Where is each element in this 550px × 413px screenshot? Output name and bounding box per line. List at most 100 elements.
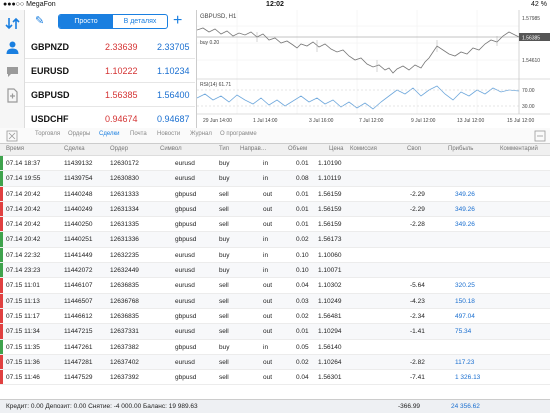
deal-direction-marker xyxy=(0,171,3,186)
deal-symbol: eurusd xyxy=(175,328,195,336)
deal-volume: 0.04 xyxy=(296,374,309,382)
quotes-toolbar: ✎ Просто В деталях + xyxy=(25,10,195,35)
table-row[interactable]: 07.14 20:42 11440248 12631333 gbpusd sell out… xyxy=(0,186,550,202)
quotes-arrows-icon[interactable] xyxy=(5,16,20,31)
table-row[interactable]: 07.14 19:55 11439754 12630830 eurusd buy in 0.… xyxy=(0,171,550,187)
column-header[interactable]: Прибыль xyxy=(448,146,473,152)
deal-volume: 0.02 xyxy=(296,312,309,320)
deal-swap: -2.28 xyxy=(410,221,425,229)
deal-symbol: gbpusd xyxy=(175,190,197,198)
table-row[interactable]: 07.15 11:17 11446612 12636835 gbpusd sell out… xyxy=(0,308,550,325)
table-row[interactable]: 07.15 11:34 11447215 12637331 eurusd sell out… xyxy=(0,324,550,340)
quote-bid: 1.56385 xyxy=(105,90,138,100)
tab-about[interactable]: О программе xyxy=(220,131,257,137)
deal-volume: 0.10 xyxy=(296,251,309,259)
table-row[interactable]: 07.15 11:01 11446107 12636835 eurusd sell out… xyxy=(0,278,550,294)
y-tick-label: 1.57985 xyxy=(522,16,540,22)
table-row[interactable]: 07.14 20:42 11440249 12631334 gbpusd sell out… xyxy=(0,201,550,218)
table-row[interactable]: 07.14 20:42 11440251 12631336 gbpusd buy in 0.… xyxy=(0,232,550,248)
quote-row[interactable]: EURUSD 1.10222 1.10234 xyxy=(25,59,195,83)
tab-news[interactable]: Новости xyxy=(157,131,180,137)
view-simple-button[interactable]: Просто xyxy=(59,15,113,28)
table-row[interactable]: 07.14 23:23 11442072 12632449 eurusd buy in 0.… xyxy=(0,263,550,279)
deal-type: buy xyxy=(219,236,230,244)
deal-time: 07.14 20:42 xyxy=(6,190,41,198)
add-symbol-icon[interactable]: + xyxy=(173,11,182,31)
table-row[interactable]: 07.15 11:46 11447529 12637392 gbpusd sell out… xyxy=(0,370,550,386)
table-row[interactable]: 07.15 11:13 11446507 12636768 eurusd sell out… xyxy=(0,293,550,309)
column-header[interactable]: Тип xyxy=(219,146,229,152)
balance-footer: Кредит: 0.00 Депозит: 0.00 Снятие: -4 00… xyxy=(0,399,550,413)
deal-profit: 150.18 xyxy=(455,297,475,305)
deal-id: 11447261 xyxy=(64,343,93,351)
deal-type: sell xyxy=(219,358,229,366)
column-header[interactable]: Комиссия xyxy=(350,146,377,152)
table-row[interactable]: 07.15 11:36 11447281 12637402 eurusd sell out… xyxy=(0,354,550,371)
deal-time: 07.15 11:01 xyxy=(6,282,40,290)
column-header[interactable]: Объем xyxy=(288,146,307,152)
x-tick-label: 13 Jul 12:00 xyxy=(457,118,484,124)
column-header[interactable]: Ордер xyxy=(110,146,128,152)
quote-symbol: GBPUSD xyxy=(31,90,70,100)
deal-order: 12630830 xyxy=(110,175,139,183)
quote-row[interactable]: GBPUSD 1.56385 1.56400 xyxy=(25,83,195,107)
column-header[interactable]: Время xyxy=(6,146,24,152)
tab-deals[interactable]: Сделки xyxy=(99,131,119,137)
quotes-list: GBPNZD 2.33639 2.33705 EURUSD 1.10222 1.… xyxy=(25,35,195,131)
deal-time: 07.15 11:36 xyxy=(6,358,40,366)
deal-price: 1.10302 xyxy=(318,282,342,290)
tab-journal[interactable]: Журнал xyxy=(190,131,212,137)
deal-order: 12632449 xyxy=(110,267,139,275)
column-header[interactable]: Направ… xyxy=(240,146,267,152)
deal-time: 07.15 11:46 xyxy=(6,374,40,382)
quote-bid: 2.33639 xyxy=(105,42,138,52)
column-header[interactable]: Комментарий xyxy=(500,146,538,152)
deal-volume: 0.08 xyxy=(296,175,309,183)
price-chart[interactable]: GBPUSD, H1 buy 0.20 RSI(14) 61.71 1.5798… xyxy=(196,10,550,128)
quote-bid: 0.94674 xyxy=(105,114,138,124)
deal-order: 12631336 xyxy=(110,236,139,244)
x-tick-label: 9 Jul 12:00 xyxy=(411,118,436,124)
deal-swap: -1.41 xyxy=(410,328,425,336)
tab-mail[interactable]: Почта xyxy=(130,131,147,137)
deal-order: 12636835 xyxy=(110,312,139,320)
deal-id: 11439754 xyxy=(64,175,93,183)
document-icon[interactable] xyxy=(5,88,20,103)
chat-icon[interactable] xyxy=(5,64,20,79)
deal-time: 07.14 20:42 xyxy=(6,221,41,229)
deal-direction-marker xyxy=(0,186,3,201)
deal-price: 1.56159 xyxy=(318,205,342,213)
deal-direction: out xyxy=(263,358,273,366)
deal-volume: 0.01 xyxy=(296,160,309,167)
deal-volume: 0.01 xyxy=(296,221,309,229)
deal-order: 12630172 xyxy=(110,160,139,167)
deal-price: 1.10190 xyxy=(318,160,342,167)
deal-order: 12631333 xyxy=(110,190,139,198)
table-row[interactable]: 07.14 22:32 11441449 12632235 eurusd buy in 0.… xyxy=(0,247,550,264)
deal-id: 11440249 xyxy=(64,205,93,213)
column-header[interactable]: Своп xyxy=(407,146,421,152)
user-accounts-icon[interactable] xyxy=(5,40,20,55)
deal-id: 11447281 xyxy=(64,358,93,366)
tab-orders[interactable]: Ордеры xyxy=(68,131,90,137)
deal-order: 12636768 xyxy=(110,297,139,305)
expand-icon[interactable] xyxy=(534,130,546,142)
tab-trade[interactable]: Торговля xyxy=(35,131,60,137)
column-header[interactable]: Сделка xyxy=(64,146,85,152)
column-header[interactable]: Символ xyxy=(160,146,182,152)
table-row[interactable]: 07.14 18:37 11439132 12630172 eurusd buy in 0.… xyxy=(0,156,550,172)
quote-row[interactable]: GBPNZD 2.33639 2.33705 xyxy=(25,35,195,59)
pencil-icon[interactable]: ✎ xyxy=(35,14,44,27)
table-row[interactable]: 07.15 11:35 11447261 12637382 gbpusd buy in 0.… xyxy=(0,339,550,355)
close-terminal-icon[interactable] xyxy=(6,130,18,142)
quote-symbol: GBPNZD xyxy=(31,42,69,52)
rsi-level-label: 70.00 xyxy=(522,88,535,94)
view-detailed-button[interactable]: В деталях xyxy=(113,15,167,28)
deal-id: 11446507 xyxy=(64,297,93,305)
deal-type: sell xyxy=(219,190,229,198)
deal-volume: 0.02 xyxy=(296,236,309,244)
table-row[interactable]: 07.14 20:42 11440250 12631335 gbpusd sell out… xyxy=(0,217,550,233)
deal-profit: 497.04 xyxy=(455,312,475,320)
column-header[interactable]: Цена xyxy=(329,146,343,152)
deal-profit: 1 326.13 xyxy=(455,374,481,382)
